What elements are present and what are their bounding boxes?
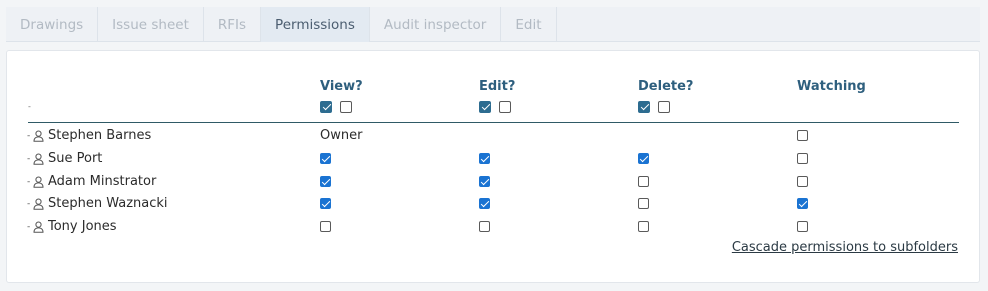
row-prefix: -: [27, 199, 31, 210]
watching-checkbox[interactable]: [797, 130, 808, 141]
row-prefix: -: [27, 176, 31, 187]
edit-checkbox[interactable]: [479, 198, 490, 210]
view-checkbox[interactable]: [320, 198, 331, 210]
column-header-watching: Watching: [797, 79, 866, 94]
watching-checkbox[interactable]: [797, 152, 808, 164]
tab-bar: Drawings Issue sheet RFIs Permissions Au…: [6, 7, 980, 42]
header-divider: [28, 122, 959, 123]
edit-none-checkbox[interactable]: [499, 101, 511, 113]
user-name: Sue Port: [48, 150, 103, 166]
delete-checkbox[interactable]: [638, 175, 649, 187]
user-icon: [33, 130, 44, 142]
user-name: Tony Jones: [48, 219, 117, 234]
row-prefix: -: [27, 131, 31, 141]
delete-all-checkbox[interactable]: [638, 101, 650, 113]
watching-checkbox[interactable]: [797, 198, 808, 210]
user-name: Stephen Waznacki: [48, 196, 168, 212]
edit-checkbox[interactable]: [479, 221, 490, 232]
delete-checkbox[interactable]: [638, 152, 649, 164]
column-header-delete: Delete?: [638, 79, 694, 94]
user-icon: [33, 176, 44, 188]
row-prefix: -: [27, 153, 31, 164]
owner-label: Owner: [320, 128, 363, 143]
delete-none-checkbox[interactable]: [658, 101, 670, 113]
delete-checkbox[interactable]: [638, 198, 649, 210]
user-row: - Sue Port: [7, 151, 979, 171]
tab-drawings[interactable]: Drawings: [6, 7, 99, 42]
view-checkbox[interactable]: [320, 152, 331, 164]
user-row: - Stephen Barnes Owner: [7, 128, 979, 148]
watching-checkbox[interactable]: [797, 221, 808, 232]
tab-audit-inspector[interactable]: Audit inspector: [370, 7, 502, 42]
user-icon: [33, 198, 44, 210]
view-checkbox[interactable]: [320, 175, 331, 187]
tab-permissions[interactable]: Permissions: [261, 7, 370, 42]
user-icon: [33, 153, 44, 165]
user-row: - Tony Jones: [7, 219, 979, 239]
user-name: Adam Minstrator: [48, 173, 157, 189]
view-none-checkbox[interactable]: [340, 101, 352, 113]
delete-checkbox[interactable]: [638, 221, 649, 232]
tab-issue-sheet[interactable]: Issue sheet: [98, 7, 204, 42]
column-header-view: View?: [320, 79, 363, 94]
row-prefix: -: [27, 222, 31, 232]
tab-edit[interactable]: Edit: [501, 7, 557, 42]
view-all-checkbox[interactable]: [320, 101, 332, 113]
edit-checkbox[interactable]: [479, 152, 490, 164]
user-name: Stephen Barnes: [48, 128, 152, 143]
header-row-marker: -: [28, 102, 31, 111]
tab-rfis[interactable]: RFIs: [204, 7, 262, 42]
user-icon: [33, 221, 44, 233]
user-row: - Stephen Waznacki: [7, 196, 979, 216]
watching-checkbox[interactable]: [797, 175, 808, 187]
column-header-edit: Edit?: [479, 79, 516, 94]
view-checkbox[interactable]: [320, 221, 331, 232]
cascade-permissions-link[interactable]: Cascade permissions to subfolders: [732, 240, 958, 255]
user-row: - Adam Minstrator: [7, 174, 979, 194]
permissions-panel: View? Edit? Delete? Watching - - Stephen …: [6, 50, 980, 283]
edit-all-checkbox[interactable]: [479, 101, 491, 113]
edit-checkbox[interactable]: [479, 175, 490, 187]
